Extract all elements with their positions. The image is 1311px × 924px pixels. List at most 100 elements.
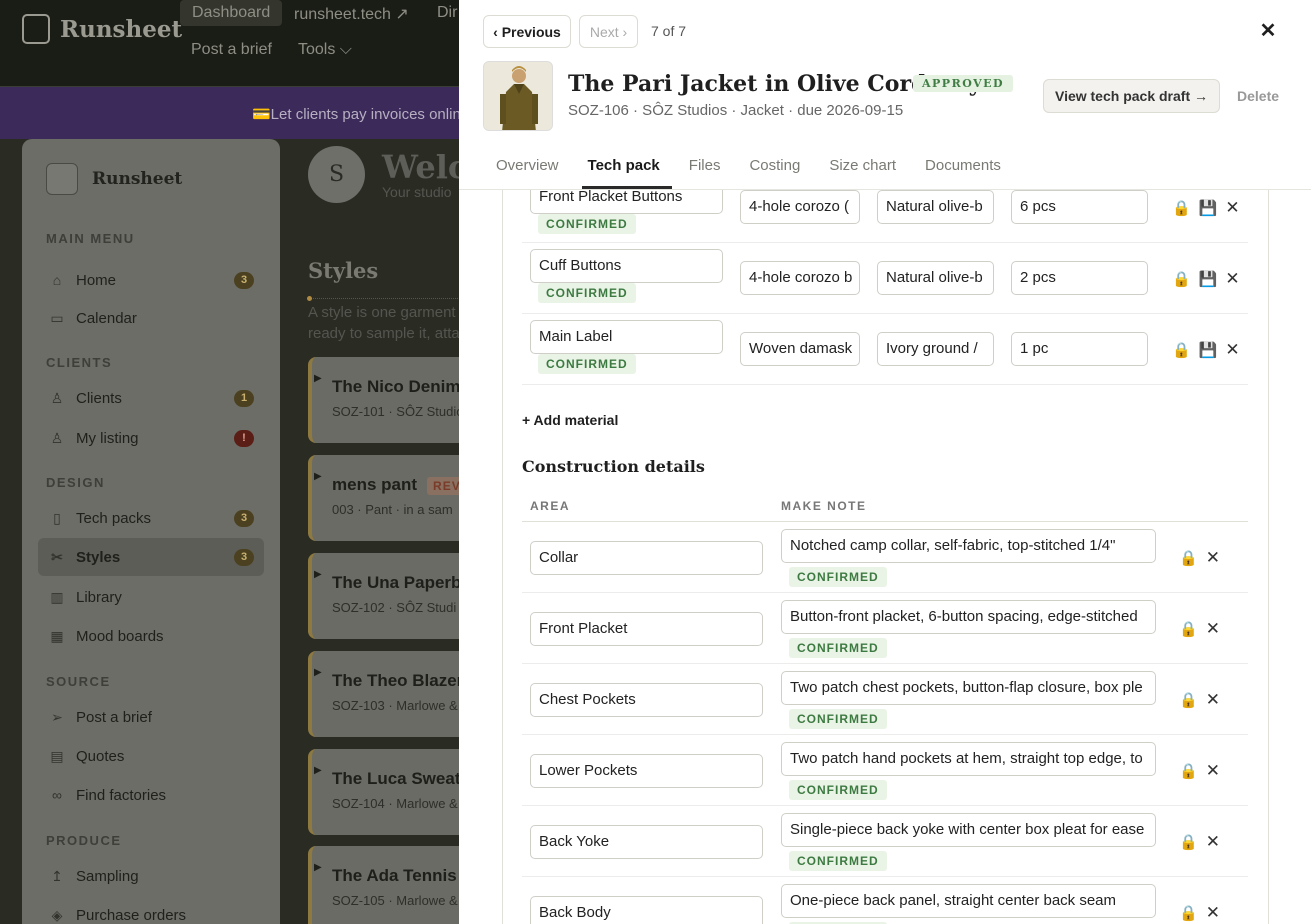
area-input[interactable]: Back Body <box>530 896 763 924</box>
send-icon: ➢ <box>51 708 63 725</box>
tab-costing[interactable]: Costing <box>749 157 800 188</box>
style-card[interactable]: ▶ The Ada Tennis SOZ-105 · Marlowe & <box>308 846 468 924</box>
home-icon: ⌂ <box>52 272 62 288</box>
lock-icon[interactable]: 🔒 <box>1172 270 1191 288</box>
expand-icon: ▶ <box>314 765 322 776</box>
style-card[interactable]: ▶ The Una Paperb SOZ-102 · SÔZ Studi <box>308 553 468 639</box>
card-title-text: The Nico Denim <box>332 377 461 396</box>
area-input[interactable]: Collar <box>530 541 763 575</box>
material-color-input[interactable]: Natural olive-b <box>877 190 994 224</box>
nav-tools[interactable]: Tools ⌵ <box>298 41 352 59</box>
area-input[interactable]: Chest Pockets <box>530 683 763 717</box>
sidebar-item-quotes[interactable]: ▤ Quotes <box>38 737 264 775</box>
close-icon[interactable]: ✕ <box>1255 18 1281 44</box>
lock-icon[interactable]: 🔒 <box>1179 549 1198 567</box>
sidebar-section-title: CLIENTS <box>46 355 113 370</box>
sidebar-item-sampling[interactable]: ↥ Sampling <box>38 857 264 895</box>
close-icon[interactable]: ✕ <box>1225 269 1239 289</box>
brand[interactable]: Runsheet <box>22 14 182 44</box>
delete-button[interactable]: Delete <box>1237 88 1279 104</box>
tab-documents[interactable]: Documents <box>925 157 1001 188</box>
style-card[interactable]: ▶ The Nico Denim SOZ-101 · SÔZ Studio <box>308 357 468 443</box>
view-tech-pack-button[interactable]: View tech pack draft → <box>1043 79 1220 113</box>
nav-dashboard[interactable]: Dashboard <box>180 0 283 26</box>
lock-icon[interactable]: 🔒 <box>1179 833 1198 851</box>
add-material-button[interactable]: + Add material <box>522 412 618 428</box>
sidebar-item-label: Purchase orders <box>76 906 187 924</box>
tab-files[interactable]: Files <box>689 157 721 188</box>
avatar[interactable]: S <box>308 146 365 203</box>
next-button[interactable]: Next › <box>579 15 638 48</box>
lock-icon[interactable]: 🔒 <box>1179 620 1198 638</box>
close-icon[interactable]: ✕ <box>1225 198 1239 218</box>
style-card[interactable]: ▶ The Luca Sweat SOZ-104 · Marlowe & <box>308 749 468 835</box>
make-note-input[interactable]: Notched camp collar, self-fabric, top-st… <box>781 529 1156 563</box>
lock-icon[interactable]: 🔒 <box>1172 199 1191 217</box>
style-card[interactable]: ▶ The Theo Blazer SOZ-103 · Marlowe & <box>308 651 468 737</box>
make-note-input[interactable]: Single-piece back yoke with center box p… <box>781 813 1156 847</box>
material-name-input[interactable]: Cuff Buttons <box>530 249 723 283</box>
card-title-text: The Luca Sweat <box>332 769 461 788</box>
sidebar-item-mood-boards[interactable]: ▦ Mood boards <box>38 617 264 655</box>
sidebar-item-label: Tech packs <box>76 509 152 527</box>
tab-overview[interactable]: Overview <box>496 157 559 188</box>
sidebar-item-library[interactable]: ▥ Library <box>38 578 264 616</box>
sidebar-item-find-factories[interactable]: ∞ Find factories <box>38 776 264 814</box>
material-type-input[interactable]: 4-hole corozo ( <box>740 190 860 224</box>
sidebar-item-home[interactable]: ⌂ Home 3 <box>38 261 264 299</box>
make-note-input[interactable]: One-piece back panel, straight center ba… <box>781 884 1156 918</box>
lock-icon[interactable]: 🔒 <box>1172 341 1191 359</box>
style-card-subtitle: SOZ-101 · SÔZ Studio <box>332 404 464 419</box>
nav-directory[interactable]: Dir <box>437 4 457 22</box>
sidebar-item-clients[interactable]: ♙ Clients 1 <box>38 379 264 417</box>
material-name-input[interactable]: Main Label <box>530 320 723 354</box>
make-note-input[interactable]: Button-front placket, 6-button spacing, … <box>781 600 1156 634</box>
material-qty-input[interactable]: 2 pcs <box>1011 261 1148 295</box>
nav-post-brief[interactable]: Post a brief <box>191 41 272 59</box>
sidebar-item-my-listing[interactable]: ♙ My listing! <box>38 419 264 457</box>
close-icon[interactable]: ✕ <box>1206 903 1220 923</box>
close-icon[interactable]: ✕ <box>1206 548 1220 568</box>
lock-icon[interactable]: 🔒 <box>1179 691 1198 709</box>
document-icon: ▯ <box>53 509 61 526</box>
sidebar-item-tech-packs[interactable]: ▯ Tech packs 3 <box>38 499 264 537</box>
make-note-input[interactable]: Two patch hand pockets at hem, straight … <box>781 742 1156 776</box>
close-icon[interactable]: ✕ <box>1225 340 1239 360</box>
sidebar-item-label: Clients <box>76 389 122 407</box>
save-icon[interactable]: 💾 <box>1199 270 1218 288</box>
row-actions: 🔒 💾 ✕ <box>1172 340 1240 360</box>
close-icon[interactable]: ✕ <box>1206 690 1220 710</box>
row-actions: 🔒 💾 ✕ <box>1172 269 1240 289</box>
sidebar-item-styles[interactable]: ✂ Styles 3 <box>38 538 264 576</box>
previous-button[interactable]: ‹ Previous <box>483 15 571 48</box>
material-color-input[interactable]: Natural olive-b <box>877 261 994 295</box>
make-note-input[interactable]: Two patch chest pockets, button-flap clo… <box>781 671 1156 705</box>
close-icon[interactable]: ✕ <box>1206 619 1220 639</box>
lock-icon[interactable]: 🔒 <box>1179 762 1198 780</box>
material-color-input[interactable]: Ivory ground / <box>877 332 994 366</box>
style-drawer: ‹ Previous Next › 7 of 7 ✕ The Pari Jack… <box>459 0 1311 924</box>
style-card[interactable]: ▶ mens pant REV 003 · Pant · in a sam <box>308 455 468 541</box>
close-icon[interactable]: ✕ <box>1206 761 1220 781</box>
material-type-input[interactable]: Woven damask <box>740 332 860 366</box>
sidebar-item-purchase-orders[interactable]: ◈ Purchase orders <box>38 896 264 924</box>
close-icon[interactable]: ✕ <box>1206 832 1220 852</box>
material-qty-input[interactable]: 6 pcs <box>1011 190 1148 224</box>
sidebar-item-calendar[interactable]: ▭ Calendar <box>38 299 264 337</box>
save-icon[interactable]: 💾 <box>1199 199 1218 217</box>
tab-size-chart[interactable]: Size chart <box>829 157 896 188</box>
area-input[interactable]: Back Yoke <box>530 825 763 859</box>
card-title-text: The Una Paperb <box>332 573 462 592</box>
lock-icon[interactable]: 🔒 <box>1179 904 1198 922</box>
material-qty-input[interactable]: 1 pc <box>1011 332 1148 366</box>
material-type-input[interactable]: 4-hole corozo b <box>740 261 860 295</box>
logo-icon <box>46 163 78 195</box>
area-input[interactable]: Lower Pockets <box>530 754 763 788</box>
sidebar-item-post-a-brief[interactable]: ➢ Post a brief <box>38 698 264 736</box>
area-input[interactable]: Front Placket <box>530 612 763 646</box>
tab-tech-pack[interactable]: Tech pack <box>581 157 673 189</box>
nav-runsheet-tech[interactable]: runsheet.tech ↗ <box>294 4 409 24</box>
sidebar-brand[interactable]: Runsheet <box>46 163 182 195</box>
row-actions: 🔒 ✕ <box>1179 619 1220 639</box>
save-icon[interactable]: 💾 <box>1199 341 1218 359</box>
